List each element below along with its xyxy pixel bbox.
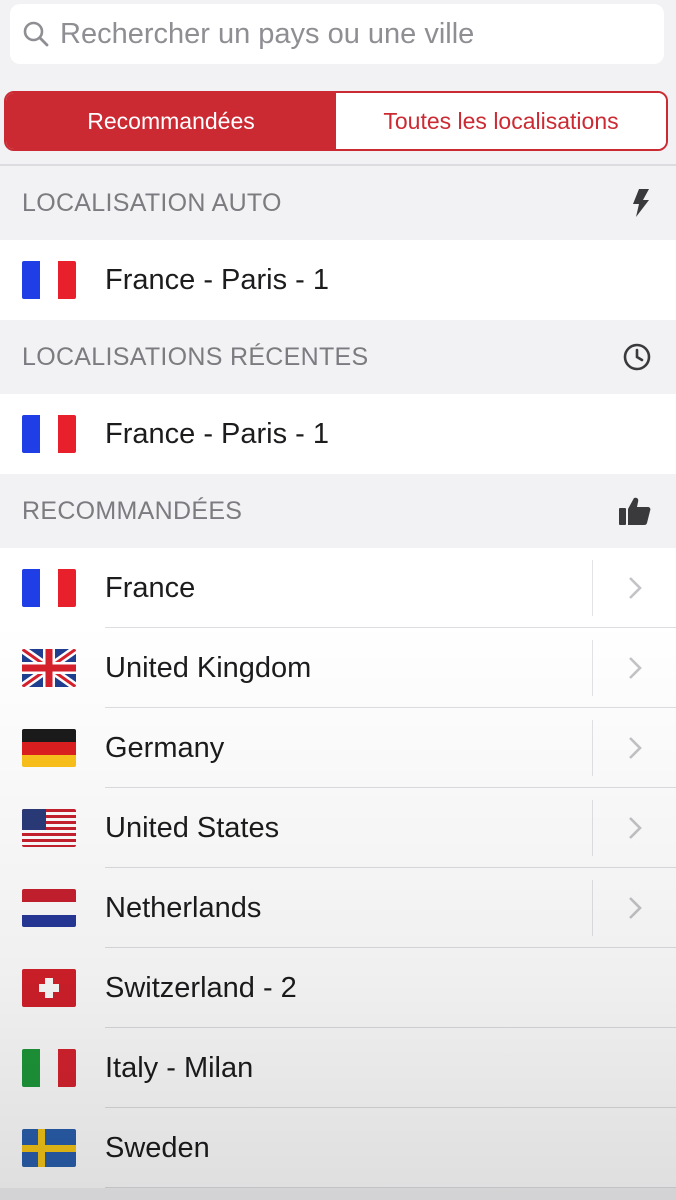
country-label: France — [105, 571, 196, 604]
country-row[interactable]: Switzerland - 2 — [0, 948, 676, 1028]
france-flag-icon — [22, 261, 76, 299]
france-flag-icon — [22, 569, 76, 607]
sweden-flag-icon — [22, 1129, 76, 1167]
expand-button[interactable] — [592, 560, 676, 616]
chevron-right-icon — [629, 657, 642, 679]
section-title-recommended: RECOMMANDÉES — [22, 496, 243, 525]
recent-location-label: France - Paris - 1 — [105, 417, 329, 450]
chevron-right-icon — [629, 737, 642, 759]
country-row[interactable]: Italy - Milan — [0, 1028, 676, 1108]
chevron-right-icon — [629, 817, 642, 839]
lightning-icon — [633, 189, 649, 217]
expand-button[interactable] — [592, 880, 676, 936]
country-label: Netherlands — [105, 891, 262, 924]
country-row[interactable]: United States — [0, 788, 676, 868]
france-flag-icon — [22, 415, 76, 453]
expand-button[interactable] — [592, 640, 676, 696]
auto-location-label: France - Paris - 1 — [105, 263, 329, 296]
country-label: Sweden — [105, 1131, 210, 1164]
section-header-recent: LOCALISATIONS RÉCENTES — [0, 320, 676, 394]
search-placeholder: Rechercher un pays ou une ville — [60, 17, 475, 50]
auto-location-row[interactable]: France - Paris - 1 — [0, 240, 676, 320]
country-row[interactable]: France — [0, 548, 676, 628]
search-icon — [23, 21, 49, 47]
country-label: Germany — [105, 731, 225, 764]
section-title-auto: LOCALISATION AUTO — [22, 188, 282, 217]
section-header-auto: LOCALISATION AUTO — [0, 166, 676, 240]
country-label: Italy - Milan — [105, 1051, 254, 1084]
recent-location-row[interactable]: France - Paris - 1 — [0, 394, 676, 474]
location-tabs: Recommandées Toutes les localisations — [4, 91, 668, 151]
uk-flag-icon — [22, 649, 76, 687]
thumbs-up-icon — [619, 497, 651, 525]
tab-all-locations[interactable]: Toutes les localisations — [336, 93, 666, 149]
expand-button[interactable] — [592, 720, 676, 776]
section-header-recommended: RECOMMANDÉES — [0, 474, 676, 548]
tab-recommended[interactable]: Recommandées — [6, 93, 336, 149]
us-flag-icon — [22, 809, 76, 847]
row-separator — [105, 1187, 676, 1188]
netherlands-flag-icon — [22, 889, 76, 927]
clock-icon — [623, 343, 651, 371]
country-label: United States — [105, 811, 280, 844]
chevron-right-icon — [629, 577, 642, 599]
search-area: Rechercher un pays ou une ville — [0, 0, 676, 84]
expand-button[interactable] — [592, 800, 676, 856]
country-row[interactable]: Netherlands — [0, 868, 676, 948]
country-label: Switzerland - 2 — [105, 971, 297, 1004]
search-field[interactable]: Rechercher un pays ou une ville — [10, 4, 664, 64]
section-title-recent: LOCALISATIONS RÉCENTES — [22, 342, 369, 371]
country-row[interactable]: Germany — [0, 708, 676, 788]
country-label: United Kingdom — [105, 651, 312, 684]
country-row[interactable]: United Kingdom — [0, 628, 676, 708]
country-row[interactable]: Sweden — [0, 1108, 676, 1188]
switzerland-flag-icon — [22, 969, 76, 1007]
germany-flag-icon — [22, 729, 76, 767]
italy-flag-icon — [22, 1049, 76, 1087]
chevron-right-icon — [629, 897, 642, 919]
